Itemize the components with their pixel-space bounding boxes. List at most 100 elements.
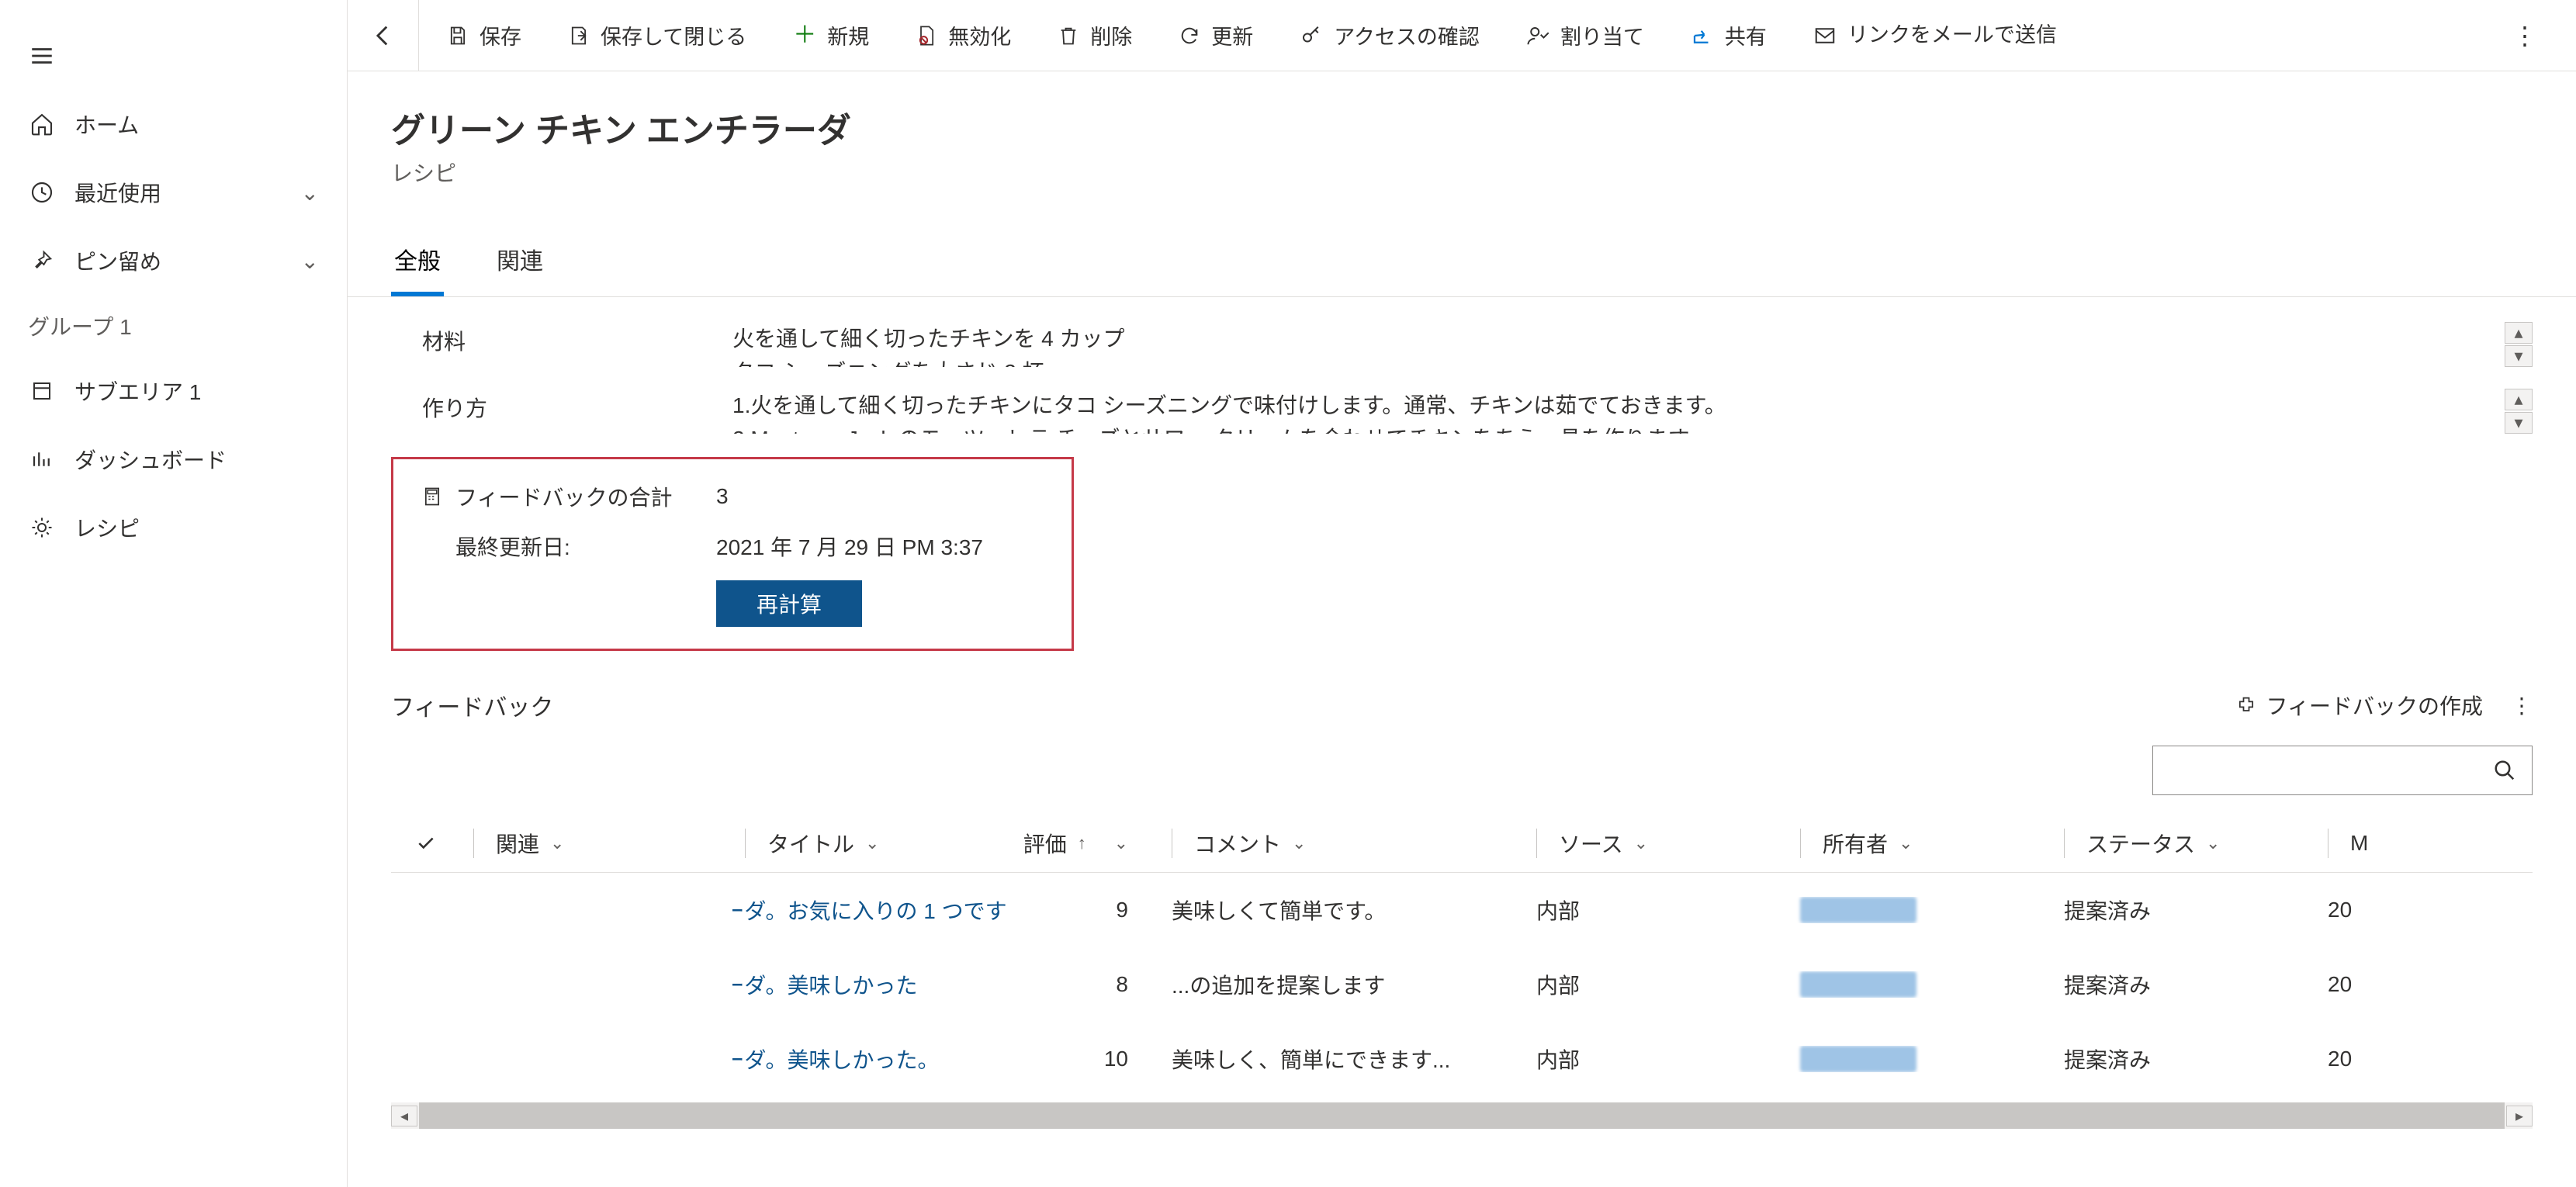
subarea-icon [28,379,56,403]
deactivate-icon [916,25,937,47]
col-select-all[interactable] [391,833,461,853]
command-bar: 保存 保存して閉じる ＋ 新規 無効化 [348,0,2576,71]
save-label: 保存 [480,20,521,50]
col-comment[interactable]: コメント⌄ [1159,828,1524,859]
refresh-icon [1179,25,1200,47]
nav-recent-label: 最近使用 [74,177,161,208]
nav-dashboard[interactable]: ダッシュボード [0,425,347,493]
row-source: 内部 [1524,1043,1788,1075]
more-commands-button[interactable]: ⋮ [2489,21,2560,50]
new-button[interactable]: ＋ 新規 [774,0,888,71]
email-link-label: リンクをメールで送信 [1847,24,2018,47]
row-m: 20 [2315,898,2377,922]
grid-row[interactable]: グリーン チキン エンチラーダ。お気に入りの 1 つです 9 美味しくて簡単です… [391,873,2533,947]
col-m[interactable]: M [2315,829,2377,858]
chevron-down-icon: ⌄ [301,248,319,274]
grid-horizontal-scrollbar[interactable]: ◂▸ [391,1102,2533,1129]
nav-pinned[interactable]: ピン留め ⌄ [0,227,347,295]
field-directions-scrollbar[interactable]: ▴▾ [2505,389,2533,434]
rollup-callout: フィードバックの合計 3 最終更新日: 2021 年 7 月 29 日 PM 3… [391,457,1074,651]
assign-button[interactable]: 割り当て [1508,0,1663,71]
field-ingredients-scrollbar[interactable]: ▴▾ [2505,322,2533,367]
row-m: 20 [2315,1047,2377,1071]
row-source: 内部 [1524,895,1788,926]
row-title-link[interactable]: グリーン チキン エンチラーダ。美味しかった [732,969,1007,1000]
plus-puzzle-icon [2235,694,2257,716]
share-icon [1691,24,1714,47]
search-icon [2493,759,2516,782]
field-ingredients-value[interactable]: 火を通して細く切ったチキンを 4 カップ タコ シーズニングを大さじ 2 杯 ▴… [732,322,2533,367]
col-title[interactable]: タイトル⌄ [732,828,1020,859]
hamburger-icon [28,43,56,69]
check-access-label: アクセスの確認 [1334,20,1480,50]
nav-subarea-1[interactable]: サブエリア 1 [0,357,347,425]
nav-pinned-label: ピン留め [74,245,161,276]
create-feedback-button[interactable]: フィードバックの作成 [2235,690,2483,721]
row-rating: 10 [1020,1047,1159,1071]
row-title-link[interactable]: グリーン チキン エンチラーダ。お気に入りの 1 つです [732,895,1007,926]
check-access-button[interactable]: アクセスの確認 [1281,0,1498,71]
refresh-label: 更新 [1211,20,1253,50]
key-icon [1300,24,1323,47]
trash-icon [1058,25,1079,47]
field-directions-value[interactable]: 1.火を通して細く切ったチキンにタコ シーズニングで味付けします。通常、チキンは… [732,389,2533,434]
tab-related[interactable]: 関連 [493,231,546,296]
last-updated-label: 最終更新日: [455,531,570,562]
recalculate-button[interactable]: 再計算 [716,580,862,627]
back-button[interactable] [348,0,419,71]
nav-recent[interactable]: 最近使用 ⌄ [0,158,347,227]
col-rating[interactable]: 評価↑ ⌄ [1020,828,1159,859]
row-comment: 美味しく、簡単にできます... [1159,1043,1524,1075]
feedback-grid: 関連⌄ タイトル⌄ 評価↑ ⌄ コメント⌄ ソース⌄ 所有者⌄ ステータス⌄ M… [391,814,2533,1129]
nav-recipe[interactable]: レシピ [0,493,347,562]
refresh-button[interactable]: 更新 [1160,0,1272,71]
col-owner[interactable]: 所有者⌄ [1788,828,2051,859]
feedback-search-input[interactable] [2152,746,2533,795]
email-link-button[interactable]: リンクをメールで送信 [1795,0,2037,71]
nav-hamburger[interactable] [0,22,347,90]
col-related[interactable]: 関連⌄ [461,828,732,859]
tab-list: 全般 関連 [348,231,2576,297]
nav-home[interactable]: ホーム [0,90,347,158]
assign-label: 割り当て [1560,20,1644,50]
record-header: グリーン チキン エンチラーダ レシピ [348,71,2576,188]
save-close-label: 保存して閉じる [601,20,746,50]
chevron-down-icon: ⌄ [301,180,319,206]
recipe-icon [28,516,56,539]
feedback-more-button[interactable]: ⋮ [2511,693,2533,718]
share-button[interactable]: 共有 [1672,0,1785,71]
grid-row[interactable]: グリーン チキン エンチラーダ。美味しかった 8 ...の追加を提案します 内部… [391,947,2533,1022]
nav-home-label: ホーム [74,109,139,140]
field-ingredients-text: 火を通して細く切ったチキンを 4 カップ タコ シーズニングを大さじ 2 杯 [732,322,2486,367]
nav-group-1: グループ 1 [0,295,347,357]
col-source[interactable]: ソース⌄ [1524,828,1788,859]
row-owner [1788,1046,2051,1072]
nav-group-label: グループ 1 [28,310,132,341]
save-close-icon [568,25,590,47]
nav-recipe-label: レシピ [74,512,140,543]
tab-general[interactable]: 全般 [391,231,444,296]
feedback-section-title: フィードバック [391,688,553,722]
save-button[interactable]: 保存 [428,0,540,71]
nav-dashboard-label: ダッシュボード [74,444,227,475]
field-ingredients-label: 材料 [422,322,732,367]
save-close-button[interactable]: 保存して閉じる [549,0,765,71]
row-owner [1788,971,2051,998]
feedback-section-header: フィードバック フィードバックの作成 ⋮ [391,688,2533,722]
feedback-total-label: フィードバックの合計 [455,481,672,512]
pin-icon [28,249,56,272]
entity-name: レシピ [391,157,2533,188]
col-status[interactable]: ステータス⌄ [2051,828,2315,859]
row-owner [1788,897,2051,923]
delete-label: 削除 [1090,20,1132,50]
row-comment: ...の追加を提案します [1159,969,1524,1000]
delete-button[interactable]: 削除 [1039,0,1151,71]
row-status: 提案済み [2051,1043,2315,1075]
row-comment: 美味しくて簡単です。 [1159,895,1524,926]
grid-row[interactable]: グリーン チキン エンチラーダ。美味しかった。 10 美味しく、簡単にできます.… [391,1022,2533,1096]
calculator-icon [421,486,443,507]
row-title-link[interactable]: グリーン チキン エンチラーダ。美味しかった。 [732,1043,1007,1075]
mail-icon [1813,24,1837,47]
deactivate-button[interactable]: 無効化 [897,0,1030,71]
last-updated-value: 2021 年 7 月 29 日 PM 3:37 [716,531,983,562]
